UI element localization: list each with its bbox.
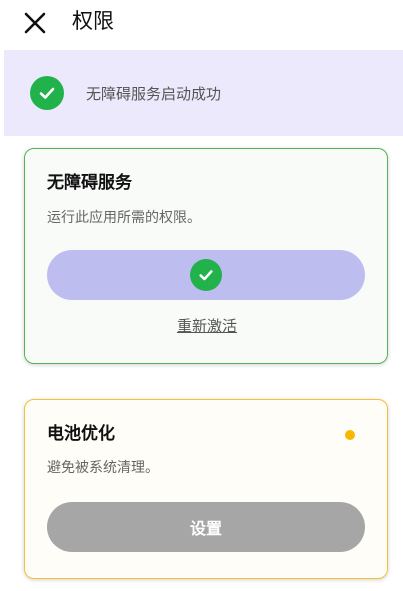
- page-title: 权限: [72, 9, 114, 33]
- settings-button-label: 设置: [189, 519, 222, 538]
- accessibility-status-button[interactable]: [47, 250, 365, 300]
- check-circle-icon: [30, 76, 64, 110]
- accessibility-service-card: 无障碍服务 运行此应用所需的权限。 重新激活: [24, 148, 388, 364]
- reactivate-link[interactable]: 重新激活: [25, 315, 389, 337]
- card-title: 无障碍服务: [47, 173, 132, 193]
- battery-optimization-card: 电池优化 避免被系统清理。 设置: [24, 399, 388, 579]
- top-bar: 权限: [0, 0, 403, 44]
- card-title: 电池优化: [47, 424, 115, 444]
- close-icon: [24, 12, 46, 34]
- settings-button[interactable]: 设置: [47, 502, 365, 552]
- status-dot-icon: [345, 430, 355, 440]
- banner-message: 无障碍服务启动成功: [86, 85, 222, 103]
- close-button[interactable]: [20, 8, 50, 38]
- card-description: 运行此应用所需的权限。: [47, 210, 201, 226]
- card-description: 避免被系统清理。: [47, 460, 159, 476]
- success-banner: 无障碍服务启动成功: [4, 50, 403, 136]
- check-circle-icon: [190, 259, 222, 291]
